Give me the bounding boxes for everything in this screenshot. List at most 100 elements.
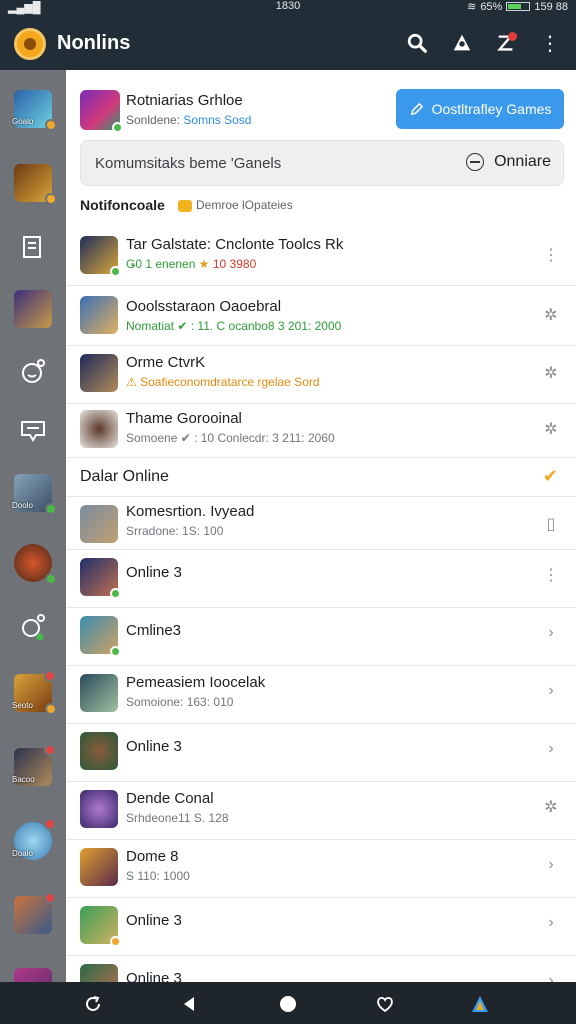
row-title: Online 3: [126, 912, 182, 929]
sidebar-game-2[interactable]: [14, 164, 57, 205]
app-bar: Nonlins ⋮: [0, 22, 576, 64]
row-subtitle-text: Soafieconomdratarce rgelae Sord: [140, 375, 320, 389]
home-icon[interactable]: [277, 993, 299, 1015]
app-title: Nonlins: [57, 32, 131, 54]
online-filter-label: Onniare: [494, 153, 551, 170]
game-thumbnail: [80, 410, 118, 448]
recent-apps-icon[interactable]: [82, 993, 104, 1015]
chevron-right-icon[interactable]: ›: [542, 682, 560, 700]
sidebar: Goalo Doolo Seoto Bacoo Doalo: [0, 70, 66, 1006]
document-icon[interactable]: [16, 230, 50, 264]
chevron-right-icon[interactable]: ›: [542, 740, 560, 758]
online-row[interactable]: Dende Conal Srhdeone11 S. 128 ✲: [66, 782, 576, 840]
chat-icon[interactable]: [16, 414, 50, 448]
sidebar-game-5[interactable]: [14, 544, 57, 585]
notification-row[interactable]: Ooolsstaraon Oaoebral Nomatiat ✔ : 11. C…: [66, 286, 576, 346]
row-subtitle: Nomatiat ✔ : 11. C ocanbo8 3 201: 2000: [126, 319, 342, 333]
row-title: Thame Gorooinal: [126, 410, 242, 427]
row-subtitle-a: Ǥ0 1 enenen: [126, 257, 196, 271]
row-subtitle: ⚠ Soafieconomdratarce rgelae Sord: [126, 375, 320, 389]
badge-icon: [178, 199, 192, 212]
gear-icon[interactable]: ✲: [542, 306, 560, 324]
sidebar-tag: Seoto: [12, 701, 33, 710]
search-input[interactable]: Komumsitaks beme 'Ganels Onniare: [80, 140, 564, 186]
online-row[interactable]: Online 3 ›: [66, 724, 576, 782]
online-row[interactable]: Komesrtion. Ivyead Srradone: 1S: 100 ▯: [66, 496, 576, 550]
chevron-right-icon[interactable]: ›: [542, 856, 560, 874]
game-thumbnail: [80, 236, 121, 277]
online-row[interactable]: Online 3 ›: [66, 898, 576, 956]
game-thumbnail: [80, 964, 118, 982]
status-clock: 159 88: [534, 0, 568, 13]
chevron-right-icon[interactable]: ›: [542, 624, 560, 642]
row-title: Online 3: [126, 564, 182, 581]
sidebar-game-4[interactable]: Doolo: [12, 474, 57, 515]
game-thumbnail: [80, 848, 118, 886]
featured-game-thumbnail[interactable]: [80, 90, 123, 133]
notification-row[interactable]: Orme CtvrK ⚠ Soafieconomdratarce rgelae …: [66, 346, 576, 404]
assistant-icon[interactable]: [374, 993, 396, 1015]
row-subtitle: Somoene ✔ : 10 Conlecdr: 3 211: 2060: [126, 431, 335, 445]
online-row[interactable]: Pemeasiem Ioocelak Somoione: 163: 010 ›: [66, 666, 576, 724]
chevron-right-icon[interactable]: ›: [542, 972, 560, 982]
notifications-heading: Notifoncoale: [80, 197, 165, 213]
featured-sub-link[interactable]: Somns Sosd: [183, 113, 251, 127]
sidebar-game-7[interactable]: Bacoo: [12, 744, 56, 786]
gear-icon[interactable]: ✲: [542, 364, 560, 382]
search-input-text: Komumsitaks beme 'Ganels: [95, 155, 282, 172]
row-title: Online 3: [126, 738, 182, 755]
sidebar-tag: Bacoo: [12, 775, 35, 784]
friends-icon[interactable]: [16, 610, 50, 644]
app-logo-icon[interactable]: [14, 28, 46, 60]
row-subtitle: S 110: 1000: [126, 869, 190, 883]
chevron-right-icon[interactable]: ›: [542, 914, 560, 932]
search-icon[interactable]: [404, 30, 430, 56]
overflow-menu-icon[interactable]: ⋮: [537, 30, 563, 56]
battery-icon: [506, 2, 531, 11]
online-row[interactable]: Online 3 ⋮: [66, 550, 576, 608]
game-thumbnail: [80, 790, 118, 828]
sidebar-game-6[interactable]: Seoto: [12, 670, 57, 715]
sidebar-game-8[interactable]: Doalo: [12, 818, 56, 860]
notification-dot: [508, 32, 517, 41]
profile-icon[interactable]: [449, 30, 475, 56]
notification-row[interactable]: Thame Gorooinal Somoene ✔ : 10 Conlecdr:…: [66, 404, 576, 458]
game-thumbnail: [80, 732, 118, 770]
more-options-icon[interactable]: ⋮: [542, 566, 560, 584]
check-icon[interactable]: ✔: [543, 466, 558, 487]
game-launcher-icon[interactable]: [469, 993, 491, 1015]
online-row[interactable]: Cmline3 ›: [66, 608, 576, 666]
row-title: Pemeasiem Ioocelak: [126, 674, 266, 691]
top-bar: ▂▄▆█ 1830 ≋ 65% 159 88 Nonlins ⋮: [0, 0, 576, 70]
sidebar-tag: Doalo: [12, 849, 33, 858]
copy-icon[interactable]: ▯: [542, 515, 560, 533]
online-filter-button[interactable]: Onniare: [466, 153, 551, 171]
back-icon[interactable]: [178, 993, 200, 1015]
status-bar: ▂▄▆█ 1830 ≋ 65% 159 88: [0, 0, 576, 14]
row-subtitle: Srradone: 1S: 100: [126, 524, 224, 538]
primary-games-button[interactable]: Oostltrafley Games: [396, 89, 564, 129]
more-options-icon[interactable]: ⋮: [542, 246, 560, 264]
gear-icon[interactable]: ✲: [542, 798, 560, 816]
gear-icon[interactable]: ✲: [542, 420, 560, 438]
notifications-icon[interactable]: [493, 30, 519, 56]
emoji-icon[interactable]: [16, 354, 50, 388]
sidebar-tag: Goalo: [12, 117, 34, 126]
online-row[interactable]: Dome 8 S 110: 1000 ›: [66, 840, 576, 898]
notification-row[interactable]: Tar Galstate: Cnclonte Toolcs Rk Ǥ0 1 en…: [66, 228, 576, 286]
system-nav-bar: [0, 982, 576, 1024]
row-subtitle: Somoione: 163: 010: [126, 695, 234, 709]
row-title: Ooolsstaraon Oaoebral: [126, 298, 282, 315]
game-thumbnail: [80, 505, 118, 543]
featured-game-title: Rotniarias Grhloe: [126, 92, 243, 109]
sidebar-game-1[interactable]: Goalo: [12, 90, 57, 131]
online-row[interactable]: Online 3 ›: [66, 956, 576, 982]
game-thumbnail: [80, 354, 118, 392]
sidebar-game-3[interactable]: [14, 290, 52, 328]
game-thumbnail: [80, 616, 121, 657]
sidebar-game-9[interactable]: [14, 892, 56, 934]
primary-games-button-label: Oostltrafley Games: [431, 101, 552, 117]
game-thumbnail: [80, 906, 121, 947]
game-thumbnail: [80, 674, 118, 712]
row-subtitle: Ǥ0 1 enenen ★ 10 3980: [126, 257, 257, 271]
